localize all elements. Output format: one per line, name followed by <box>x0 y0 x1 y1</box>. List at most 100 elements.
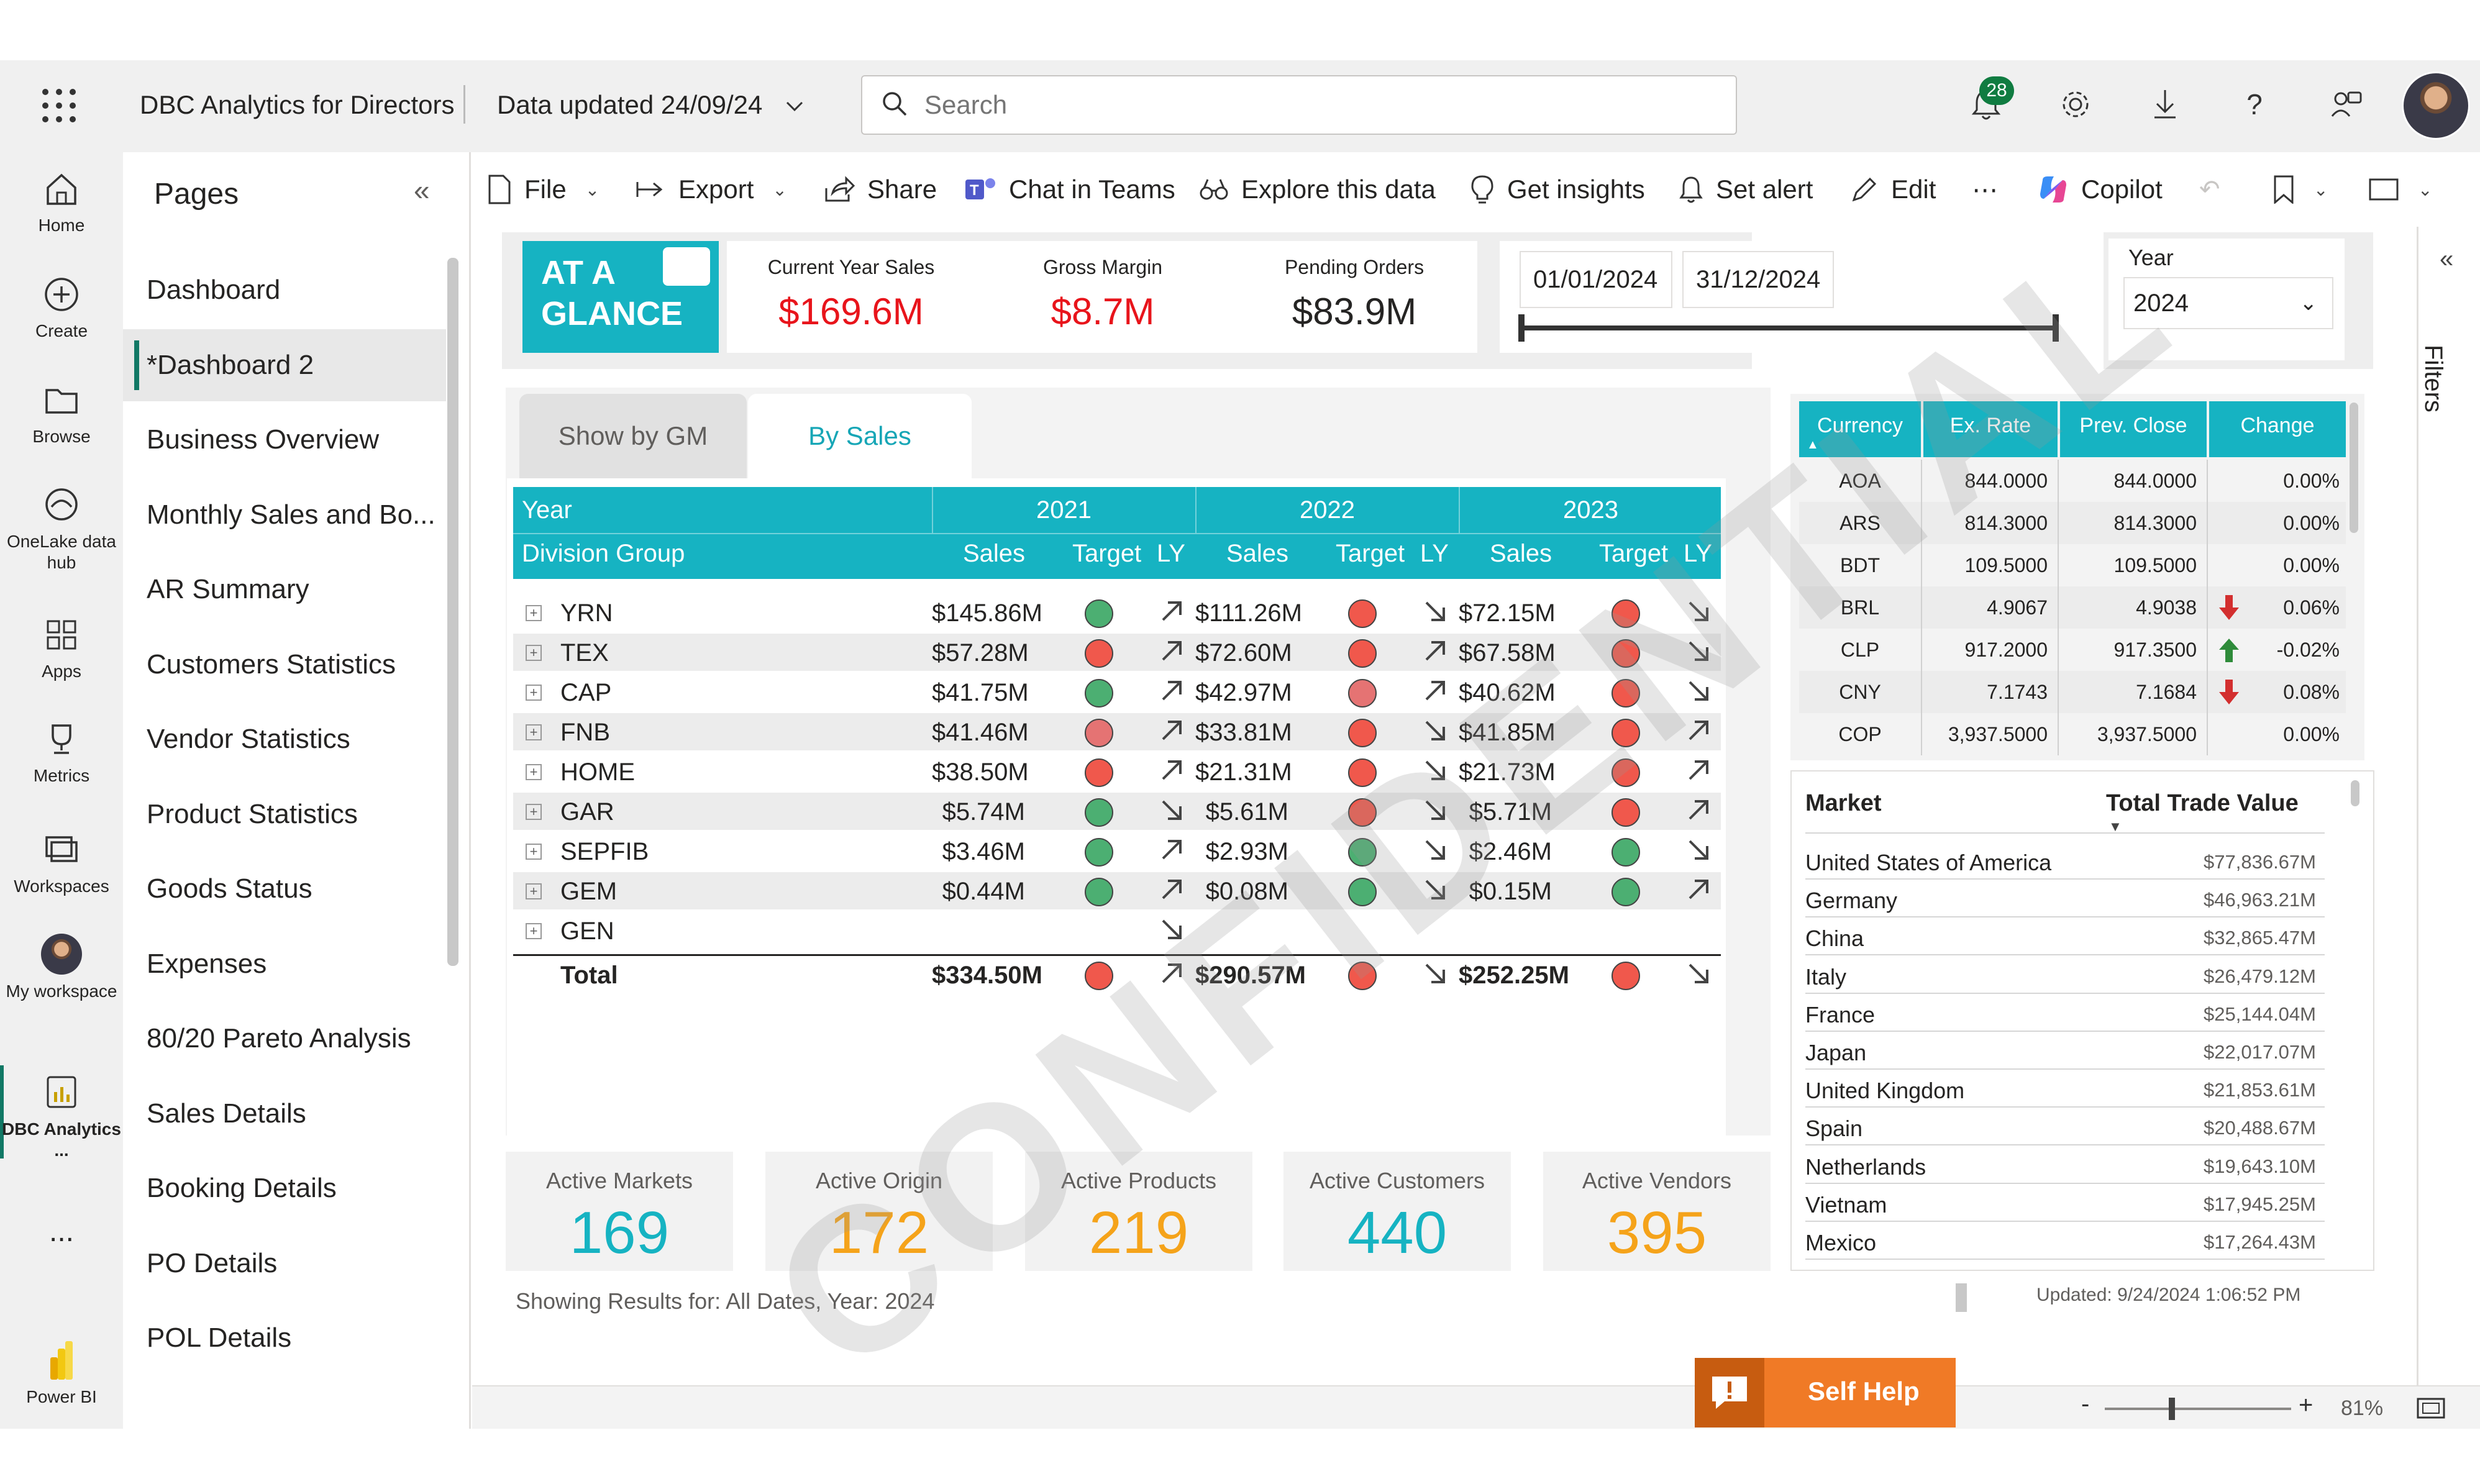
chevron-down-icon[interactable] <box>785 96 804 117</box>
rail-apps[interactable]: Apps <box>0 613 123 681</box>
table-row[interactable]: + GAR $5.74M $5.61M $5.71M <box>513 793 1721 831</box>
table-row[interactable]: + TEX $57.28M $72.60M $67.58M <box>513 634 1721 672</box>
more-options-icon[interactable]: ⋯ <box>1972 170 1998 209</box>
zoom-slider-thumb[interactable] <box>2169 1398 2175 1420</box>
expand-row-icon[interactable]: + <box>526 645 542 661</box>
edit-button[interactable]: Edit <box>1850 170 1936 209</box>
undo-icon[interactable]: ↶ <box>2199 170 2220 209</box>
page-item[interactable]: Business Overview <box>123 404 446 476</box>
filters-label[interactable]: Filters <box>2419 345 2447 412</box>
rail-workspaces[interactable]: Workspaces <box>0 828 123 896</box>
rail-dbc-analytics[interactable]: DBC Analytics ... <box>0 1070 123 1161</box>
market-row[interactable]: Spain $20,488.67M <box>1805 1107 2325 1146</box>
page-item[interactable]: AR Summary <box>123 553 446 626</box>
market-row[interactable]: Mexico $17,264.43M <box>1805 1221 2325 1260</box>
currency-row[interactable]: COP 3,937.5000 3,937.5000 0.00% <box>1799 713 2346 755</box>
download-icon[interactable] <box>2143 83 2187 126</box>
market-row[interactable]: United States of America $77,836.67M <box>1805 841 2325 880</box>
table-row[interactable]: + GEM $0.44M $0.08M $0.15M <box>513 872 1721 911</box>
expand-row-icon[interactable]: + <box>526 804 542 820</box>
start-date-input[interactable]: 01/01/2024 <box>1520 251 1672 308</box>
get-insights-button[interactable]: Get insights <box>1470 170 1645 209</box>
change-header[interactable]: Change <box>2209 401 2346 457</box>
table-row[interactable]: + GEN <box>513 912 1721 950</box>
page-item-active[interactable]: *Dashboard 2 <box>123 329 446 401</box>
ex-rate-header[interactable]: Ex. Rate <box>1923 401 2058 457</box>
year-dropdown[interactable]: 2024 ⌄ <box>2123 277 2333 329</box>
expand-filters-icon[interactable]: « <box>2440 245 2453 273</box>
page-item[interactable]: PO Details <box>123 1227 446 1300</box>
date-range-start-handle[interactable] <box>1518 314 1525 342</box>
page-item[interactable]: Monthly Sales and Bo... <box>123 479 446 551</box>
currency-row[interactable]: AOA 844.0000 844.0000 0.00% <box>1799 460 2346 502</box>
currency-row[interactable]: CLP 917.2000 917.3500 -0.02% <box>1799 629 2346 671</box>
zoom-out-button[interactable]: - <box>2081 1390 2089 1418</box>
expand-row-icon[interactable]: + <box>526 685 542 701</box>
zoom-in-button[interactable]: + <box>2299 1391 2313 1419</box>
expand-row-icon[interactable]: + <box>526 764 542 780</box>
app-launcher-icon[interactable] <box>42 89 76 122</box>
more-icon[interactable]: ... <box>0 1214 123 1249</box>
currency-scrollbar[interactable] <box>2350 403 2358 533</box>
glance-toggle[interactable] <box>663 247 710 286</box>
copilot-button[interactable]: Copilot <box>2038 170 2163 209</box>
page-item[interactable]: Expenses <box>123 928 446 1000</box>
market-row[interactable]: United Kingdom $21,853.61M <box>1805 1069 2325 1108</box>
currency-row[interactable]: BDT 109.5000 109.5000 0.00% <box>1799 544 2346 586</box>
table-row[interactable]: + CAP $41.75M $42.97M $40.62M <box>513 673 1721 712</box>
market-row[interactable]: Italy $26,479.12M <box>1805 955 2325 994</box>
market-scrollbar[interactable] <box>2351 780 2359 806</box>
table-row[interactable]: + SEPFIB $3.46M $2.93M $2.46M <box>513 832 1721 871</box>
filters-pane[interactable]: « Filters <box>2417 227 2480 1385</box>
expand-row-icon[interactable]: + <box>526 724 542 740</box>
fit-to-page-icon[interactable] <box>2417 1398 2445 1422</box>
view-button[interactable]: ⌄ <box>2368 170 2432 209</box>
set-alert-button[interactable]: Set alert <box>1679 170 1813 209</box>
market-row[interactable]: Netherlands $19,643.10M <box>1805 1145 2325 1184</box>
rail-create[interactable]: Create <box>0 273 123 341</box>
bookmark-button[interactable]: ⌄ <box>2273 170 2328 209</box>
export-menu[interactable]: Export ⌄ <box>635 170 787 209</box>
search-input[interactable] <box>924 86 1670 124</box>
rail-onelake[interactable]: OneLake data hub <box>0 483 123 573</box>
page-item[interactable]: Booking Details <box>123 1152 446 1224</box>
explore-data-button[interactable]: Explore this data <box>1199 170 1436 209</box>
app-name[interactable]: DBC Analytics for Directors <box>140 90 454 120</box>
pages-scrollbar[interactable] <box>447 258 458 966</box>
market-header[interactable]: Market <box>1805 790 1882 817</box>
market-row[interactable]: Vietnam $17,945.25M <box>1805 1183 2325 1222</box>
currency-header[interactable]: Currency ▲ <box>1799 401 1921 457</box>
avatar[interactable] <box>2402 71 2470 140</box>
expand-row-icon[interactable]: + <box>526 844 542 860</box>
data-updated-label[interactable]: Data updated 24/09/24 <box>497 90 762 120</box>
page-item[interactable]: Dashboard <box>123 254 446 326</box>
table-row[interactable]: + HOME $38.50M $21.31M $21.73M <box>513 753 1721 791</box>
zoom-slider[interactable] <box>2105 1408 2291 1410</box>
rail-powerbi[interactable]: Power BI <box>0 1339 123 1407</box>
tab-show-by-gm[interactable]: Show by GM <box>519 394 747 478</box>
tab-by-sales[interactable]: By Sales <box>748 394 972 478</box>
date-range-end-handle[interactable] <box>2053 314 2059 342</box>
rail-browse[interactable]: Browse <box>0 378 123 447</box>
expand-row-icon[interactable]: + <box>526 883 542 899</box>
share-people-icon[interactable] <box>2325 83 2368 126</box>
search-box[interactable] <box>861 75 1737 135</box>
end-date-input[interactable]: 31/12/2024 <box>1682 251 1834 308</box>
table-row[interactable]: + YRN $145.86M $111.26M $72.15M <box>513 594 1721 632</box>
page-item[interactable]: POL Details <box>123 1302 446 1374</box>
table-row[interactable]: + FNB $41.46M $33.81M $41.85M <box>513 713 1721 752</box>
rail-metrics[interactable]: Metrics <box>0 717 123 786</box>
rail-home[interactable]: Home <box>0 167 123 235</box>
help-icon[interactable]: ? <box>2233 83 2276 126</box>
page-item[interactable]: Vendor Statistics <box>123 703 446 775</box>
page-item[interactable]: Customers Statistics <box>123 629 446 701</box>
file-menu[interactable]: File ⌄ <box>487 170 599 209</box>
rail-my-workspace[interactable]: My workspace <box>0 932 123 1002</box>
trade-value-header[interactable]: Total Trade Value <box>2106 790 2299 817</box>
collapse-pane-icon[interactable]: « <box>414 173 430 207</box>
page-item[interactable]: Product Statistics <box>123 778 446 850</box>
page-item[interactable]: 80/20 Pareto Analysis <box>123 1003 446 1075</box>
table-total-row[interactable]: Total $334.50M $290.57M $252.25M <box>513 954 1721 993</box>
expand-row-icon[interactable]: + <box>526 605 542 621</box>
date-range-track[interactable] <box>1521 325 2059 330</box>
